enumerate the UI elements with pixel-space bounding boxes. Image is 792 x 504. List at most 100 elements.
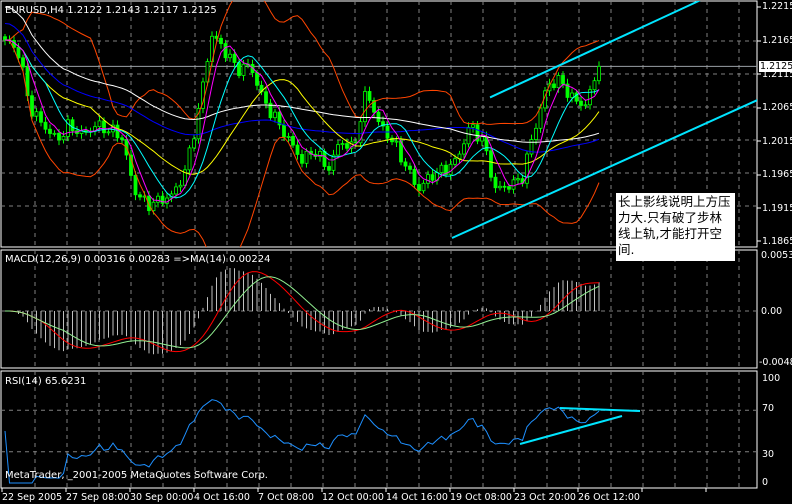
candle-body [187, 147, 192, 171]
rsi-header: RSI(14) 65.6231 [5, 376, 87, 387]
candle-body [151, 201, 156, 212]
candle-body [322, 151, 327, 167]
time-label: 14 Oct 16:00 [386, 492, 448, 503]
candle-body [34, 111, 39, 117]
candle-body [516, 178, 520, 181]
candle-body [115, 124, 120, 139]
annotation-textbox[interactable]: 长上影线说明上方压力大.只有破了步林线上轨,才能打开空间. [616, 193, 735, 261]
candle-body [570, 92, 574, 98]
candle-body [61, 135, 66, 141]
price-label: 1.1965 [762, 169, 792, 180]
metatrader-chart-window: EURUSD,H4 1.2122 1.2143 1.2117 1.2125 MA… [0, 0, 792, 504]
candle-body [556, 75, 561, 89]
candle-body [174, 186, 178, 195]
copyright-text: MetaTrader, _2001-2005 MetaQuotes Softwa… [5, 470, 268, 481]
candle-body [156, 195, 160, 203]
rsi-axis-label: 30 [762, 449, 775, 460]
macd-axis-label: 0.00 [761, 306, 783, 317]
ma-longest-line [4, 6, 600, 143]
candle-body [583, 104, 588, 107]
candle-body [507, 186, 511, 190]
candle-body [448, 163, 453, 175]
candle-body [228, 53, 232, 59]
candle-body [21, 57, 25, 68]
candle-body [138, 194, 142, 198]
candle-body [345, 143, 349, 149]
time-label: 30 Sep 00:00 [130, 492, 194, 503]
candle-body [295, 144, 300, 155]
candle-body [561, 75, 565, 85]
candle-body [16, 46, 21, 59]
candle-body [57, 132, 61, 141]
rsi-axis-label: 0 [762, 477, 769, 488]
macd-panel [4, 268, 600, 355]
candle-body [430, 174, 435, 181]
candle-body [192, 138, 196, 149]
candle-body [534, 127, 538, 140]
candle-body [480, 136, 484, 142]
current-price-label: 1.2125 [759, 61, 792, 72]
candle-body [43, 121, 48, 130]
price-label: 1.2015 [762, 136, 792, 147]
candle-body [511, 179, 516, 190]
ma-fast-line [4, 39, 600, 203]
candle-body [39, 111, 43, 123]
time-label: 12 Oct 00:00 [322, 492, 384, 503]
symbol-header: EURUSD,H4 1.2122 1.2143 1.2117 1.2125 [5, 5, 217, 16]
candle-body [255, 72, 259, 86]
candle-body [48, 128, 52, 134]
rsi-axis-label: 100 [762, 373, 781, 384]
candle-body [133, 174, 138, 196]
candle-body [336, 144, 340, 156]
candle-body [178, 184, 183, 188]
candle-body [97, 120, 102, 128]
candle-body [367, 91, 372, 101]
candle-body [408, 165, 412, 170]
candle-body [579, 100, 583, 106]
time-label: 23 Oct 20:00 [514, 492, 576, 503]
candle-body [232, 53, 237, 63]
candle-body [264, 91, 268, 104]
candle-body [286, 136, 291, 138]
candle-body [462, 143, 466, 155]
candle-body [340, 143, 345, 146]
candle-body [52, 132, 57, 135]
candle-body [282, 124, 286, 138]
candle-body [237, 62, 241, 76]
candle-body [223, 43, 228, 59]
candle-body [403, 161, 408, 167]
candle-body [502, 185, 507, 188]
candle-body [376, 111, 381, 123]
candle-body [106, 131, 111, 134]
candle-body [421, 182, 426, 192]
candle-body [120, 137, 124, 140]
price-label: 1.2165 [762, 35, 792, 46]
macd-axis-label: -0.00488 [759, 357, 792, 368]
macd-axis-label: 0.00535 [761, 250, 792, 261]
candle-body [489, 150, 493, 178]
candle-body [466, 126, 471, 145]
time-label: 7 Oct 08:00 [258, 492, 314, 503]
time-label: 26 Oct 12:00 [578, 492, 640, 503]
candle-body [102, 120, 106, 134]
candle-body [241, 63, 246, 76]
candle-body [219, 37, 223, 44]
price-label: 1.2065 [762, 102, 792, 113]
candle-body [291, 136, 295, 146]
candle-body [453, 158, 457, 165]
price-label: 1.1915 [762, 203, 792, 214]
time-label: 19 Oct 08:00 [450, 492, 512, 503]
candle-body [412, 168, 417, 185]
candle-body [498, 185, 502, 189]
time-label: 27 Sep 08:00 [66, 492, 130, 503]
candle-body [394, 140, 399, 143]
candle-body [304, 150, 309, 164]
candle-body [331, 154, 336, 171]
bollinger-upper [4, 1, 600, 125]
candle-body [273, 111, 277, 119]
time-label: 22 Sep 2005 [2, 492, 63, 503]
price-label: 1.1865 [762, 236, 792, 247]
time-label: 4 Oct 16:00 [194, 492, 250, 503]
candle-body [471, 124, 475, 128]
candle-body [327, 166, 331, 171]
